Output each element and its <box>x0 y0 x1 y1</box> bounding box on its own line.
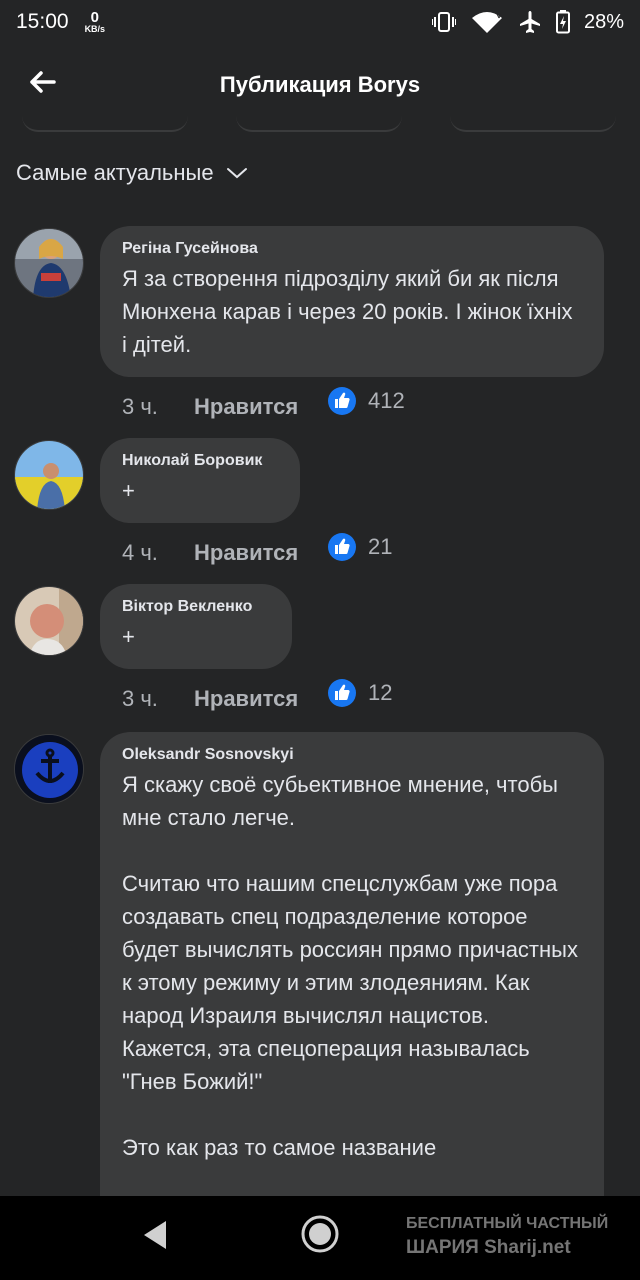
watermark: БЕСПЛАТНЫЙ ЧАСТНЫЙ ШАРИЯ Sharij.net <box>406 1212 608 1260</box>
chevron-down-icon <box>226 168 247 179</box>
comment-author[interactable]: Віктор Векленко <box>122 598 270 616</box>
battery-icon <box>555 10 570 34</box>
like-button[interactable]: Нравится <box>194 540 328 566</box>
watermark-brand: ШАРИЯ <box>406 1237 479 1258</box>
nav-back-icon[interactable] <box>140 1218 170 1252</box>
comment-bubble[interactable]: Николай Боровик + <box>100 438 300 523</box>
comment-meta: 4 ч. Нравится 21 <box>122 533 392 566</box>
watermark-line1: БЕСПЛАТНЫЙ ЧАСТНЫЙ <box>406 1215 609 1232</box>
like-button[interactable]: Нравится <box>194 686 328 712</box>
avatar[interactable] <box>14 734 84 804</box>
watermark-site: Sharij.net <box>484 1237 571 1258</box>
network-speed: 0 KB/s <box>85 10 106 34</box>
comment-author[interactable]: Oleksandr Sosnovskyi <box>122 746 582 764</box>
reaction-count: 412 <box>368 388 405 413</box>
reaction-summary[interactable]: 412 <box>328 387 405 415</box>
battery-level: 28% <box>583 10 624 33</box>
network-speed-unit: KB/s <box>84 24 106 34</box>
status-bar: 15:00 0 KB/s 28% <box>0 0 640 44</box>
like-reaction-icon <box>328 679 356 707</box>
avatar-photo <box>15 587 83 655</box>
app-header: Публикация Borys <box>0 56 640 116</box>
comment-bubble[interactable]: Віктор Векленко + <box>100 584 292 669</box>
comment-sort-dropdown[interactable]: Самые актуальные <box>16 160 248 186</box>
reaction-count: 21 <box>368 534 393 559</box>
comment-time[interactable]: 3 ч. <box>122 686 194 712</box>
comment-text: Я скажу своё субьективное мнение, чтобы … <box>122 772 578 1160</box>
like-reaction-icon <box>328 387 356 415</box>
like-reaction-icon <box>328 533 356 561</box>
watermark-line2: ШАРИЯ Sharij.net <box>406 1236 608 1260</box>
avatar[interactable] <box>14 228 84 298</box>
avatar[interactable] <box>14 586 84 656</box>
navigation-bar: БЕСПЛАТНЫЙ ЧАСТНЫЙ ШАРИЯ Sharij.net <box>0 1196 640 1280</box>
wifi-icon <box>471 12 502 33</box>
comment-bubble[interactable]: Регіна Гусейнова Я за створення підрозді… <box>100 226 604 377</box>
reaction-filter-pill[interactable] <box>22 116 188 132</box>
status-icons: 28% <box>431 10 624 34</box>
reaction-summary[interactable]: 21 <box>328 533 392 561</box>
sort-label: Самые актуальные <box>16 160 214 185</box>
comment-text: Я за створення підрозділу який би як піс… <box>122 266 579 357</box>
reaction-filter-pill[interactable] <box>450 116 616 132</box>
avatar-photo <box>15 441 83 509</box>
comment-time[interactable]: 4 ч. <box>122 540 194 566</box>
avatar-photo <box>15 735 83 803</box>
comment-meta: 3 ч. Нравится 412 <box>122 387 405 420</box>
comment-author[interactable]: Регіна Гусейнова <box>122 240 582 258</box>
nav-home-icon[interactable] <box>300 1214 340 1254</box>
status-time: 15:00 <box>16 10 69 33</box>
reaction-count: 12 <box>368 680 393 705</box>
comment-text: + <box>122 478 135 503</box>
reaction-summary[interactable]: 12 <box>328 679 392 707</box>
network-speed-value: 0 <box>90 9 99 26</box>
comment-author[interactable]: Николай Боровик <box>122 452 278 470</box>
vibrate-icon <box>431 12 456 32</box>
comment-text: + <box>122 624 135 649</box>
airplane-icon <box>519 11 540 33</box>
avatar[interactable] <box>14 440 84 510</box>
comment-bubble[interactable]: Oleksandr Sosnovskyi Я скажу своё субьек… <box>100 732 604 1252</box>
comment-time[interactable]: 3 ч. <box>122 394 194 420</box>
avatar-photo <box>15 229 83 297</box>
reaction-filter-pill[interactable] <box>236 116 402 132</box>
like-button[interactable]: Нравится <box>194 394 328 420</box>
comment-meta: 3 ч. Нравится 12 <box>122 679 392 712</box>
page-title: Публикация Borys <box>219 72 421 97</box>
